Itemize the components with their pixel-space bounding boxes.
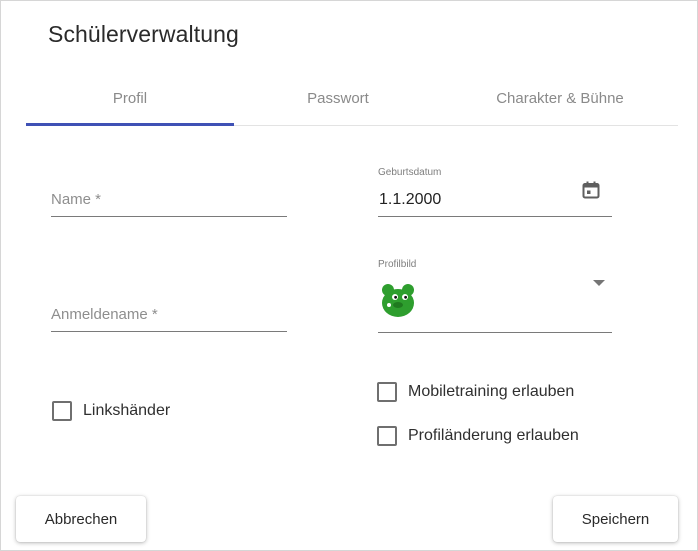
dialog-title: Schülerverwaltung [48,21,239,47]
profile-change-box[interactable] [377,426,397,446]
caret-down-icon[interactable] [592,274,606,286]
tab-password[interactable]: Passwort [234,71,442,125]
tab-bar: Profil Passwort Charakter & Bühne [26,71,678,126]
green-bear-avatar-icon [378,281,418,319]
name-placeholder: Name * [51,191,102,208]
tab-character-stage[interactable]: Charakter & Bühne [442,71,678,125]
mobile-training-box[interactable] [377,382,397,402]
name-underline [51,216,287,217]
save-button[interactable]: Speichern [553,496,678,542]
mobile-training-checkbox[interactable]: Mobiletraining erlauben [377,382,574,402]
birthdate-value: 1.1.2000 [379,191,442,208]
avatar-label: Profilbild [378,259,417,270]
birthdate-label: Geburtsdatum [378,167,442,178]
mobile-training-label: Mobiletraining erlauben [408,383,575,400]
profile-change-label: Profiländerung erlauben [408,427,579,444]
student-management-dialog: Schülerverwaltung Profil Passwort Charak… [0,0,698,551]
left-handed-label: Linkshänder [83,402,171,419]
active-tab-indicator [26,123,234,126]
birthdate-field[interactable]: Geburtsdatum 1.1.2000 [378,161,612,217]
login-name-field[interactable]: Anmeldename * [51,297,287,334]
login-name-underline [51,331,287,332]
avatar-select[interactable]: Profilbild [378,254,612,333]
avatar-underline [378,332,612,333]
profile-change-checkbox[interactable]: Profiländerung erlauben [377,426,579,446]
birthdate-underline [378,216,612,217]
name-field[interactable]: Name * [51,181,287,218]
calendar-icon[interactable] [582,181,600,199]
login-name-placeholder: Anmeldename * [51,306,158,323]
tab-profile[interactable]: Profil [26,71,234,125]
left-handed-box[interactable] [52,401,72,421]
cancel-button[interactable]: Abbrechen [16,496,146,542]
left-handed-checkbox[interactable]: Linkshänder [52,401,170,421]
